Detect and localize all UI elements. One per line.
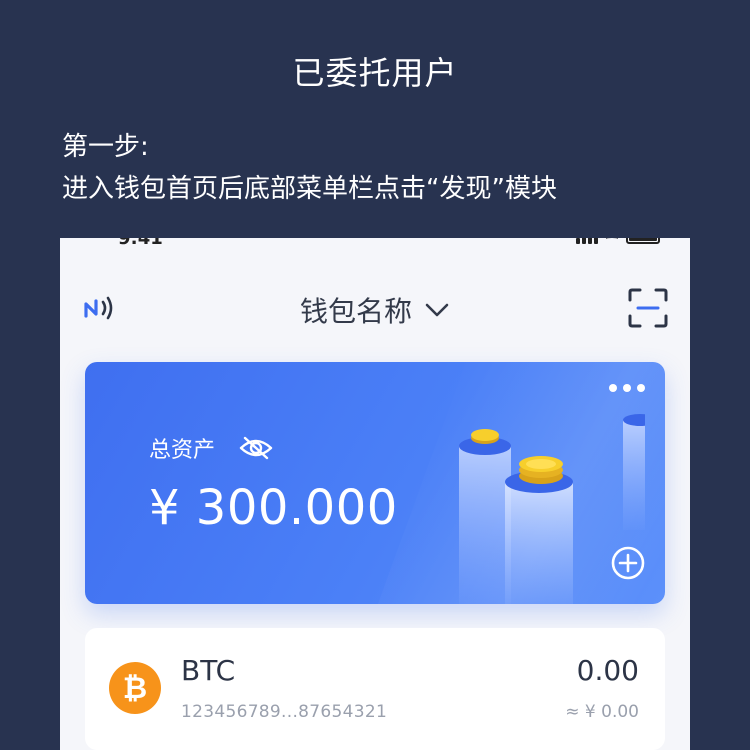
step-label: 第一步: — [62, 132, 149, 162]
page-title: 已委托用户 — [292, 54, 458, 92]
eye-hidden-icon[interactable] — [239, 434, 273, 462]
svg-text:₿: ₿ — [123, 671, 147, 706]
add-icon[interactable] — [611, 546, 645, 580]
token-amount: 0.00 — [576, 654, 639, 687]
token-address: 123456789...87654321 — [181, 702, 388, 722]
chevron-down-icon — [425, 303, 449, 317]
total-assets-card: 总资产 ¥ 300.000 — [85, 362, 665, 604]
token-list-item[interactable]: ₿ BTC 123456789...87654321 0.00 ≈ ¥ 0.00 — [85, 628, 665, 750]
token-symbol: BTC — [181, 654, 236, 687]
status-bar: 9:41 — [60, 238, 690, 249]
instructions: 第一步: 进入钱包首页后底部菜单栏点击“发现”模块 — [62, 126, 557, 210]
wallet-selector[interactable]: 钱包名称 — [60, 290, 690, 330]
total-assets-value: ¥ 300.000 — [149, 480, 398, 536]
status-time: 9:41 — [118, 238, 163, 249]
nav-bar: 钱包名称 — [60, 278, 690, 338]
scan-icon[interactable] — [628, 288, 668, 328]
bitcoin-icon: ₿ — [109, 662, 161, 714]
phone-screenshot: 9:41 钱包名称 总资产 ¥ 300.000 ₿ BTC 123456789.… — [60, 238, 690, 750]
battery-icon — [626, 238, 660, 244]
token-fiat-value: ≈ ¥ 0.00 — [565, 702, 639, 722]
more-icon[interactable] — [609, 384, 645, 392]
wifi-icon — [606, 238, 618, 244]
total-assets-label: 总资产 — [149, 438, 216, 463]
wallet-name: 钱包名称 — [299, 295, 412, 328]
step-text: 进入钱包首页后底部菜单栏点击“发现”模块 — [62, 174, 557, 204]
signal-icon — [576, 238, 598, 244]
